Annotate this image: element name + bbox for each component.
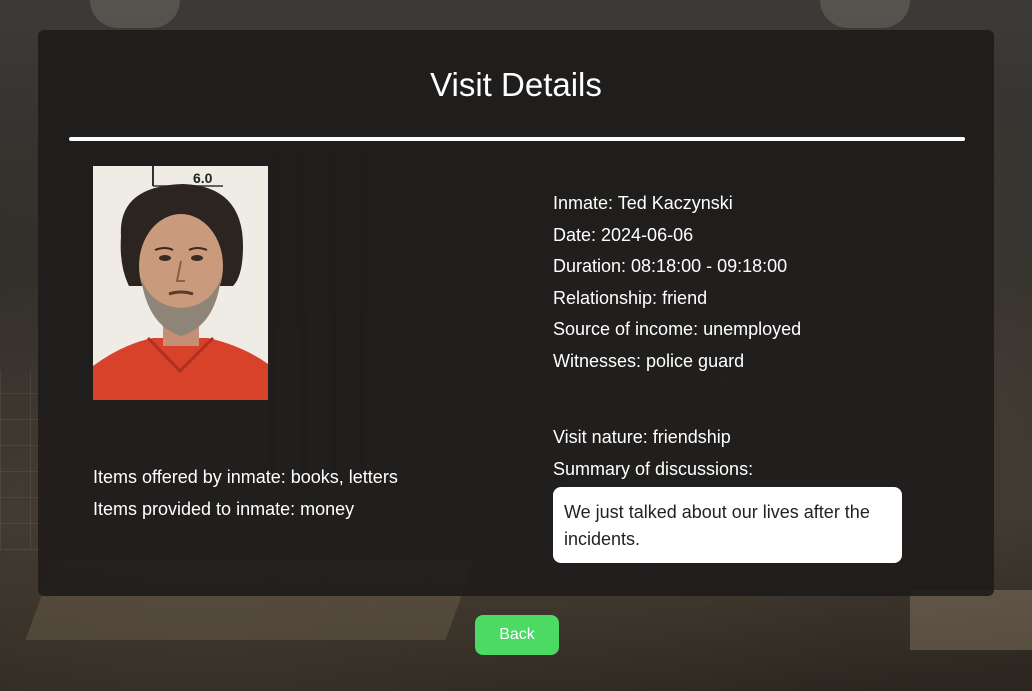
visit-duration: Duration: 08:18:00 - 09:18:00 [553, 256, 788, 277]
visit-nature-section: Visit nature: friendship Summary of disc… [553, 422, 753, 485]
visit-nature: Visit nature: friendship [553, 427, 731, 447]
items-provided-to-inmate: Items provided to inmate: money [93, 498, 355, 519]
summary-label: Summary of discussions: [553, 458, 754, 479]
page-title: Visit Details [430, 66, 602, 103]
ceiling-light [820, 0, 910, 28]
summary-of-discussions: We just talked about our lives after the… [553, 487, 902, 563]
items-section: Items offered by inmate: books, letters … [93, 462, 398, 525]
ceiling-light [90, 0, 180, 28]
items-offered-by-inmate: Items offered by inmate: books, letters [93, 467, 398, 487]
source-of-income: Source of income: unemployed [553, 319, 802, 340]
visit-info-list: Inmate: Ted Kaczynski Date: 2024-06-06 D… [553, 188, 801, 378]
visit-date: Date: 2024-06-06 [553, 224, 694, 245]
relationship: Relationship: friend [553, 287, 708, 308]
photo-placard-text: 6.0 [193, 170, 213, 186]
back-button[interactable]: Back [475, 615, 559, 655]
table [910, 590, 1032, 650]
witnesses: Witnesses: police guard [553, 350, 745, 371]
inmate-photo: 6.0 [93, 166, 268, 400]
inmate-name: Inmate: Ted Kaczynski [553, 193, 733, 213]
title-divider [69, 137, 965, 141]
